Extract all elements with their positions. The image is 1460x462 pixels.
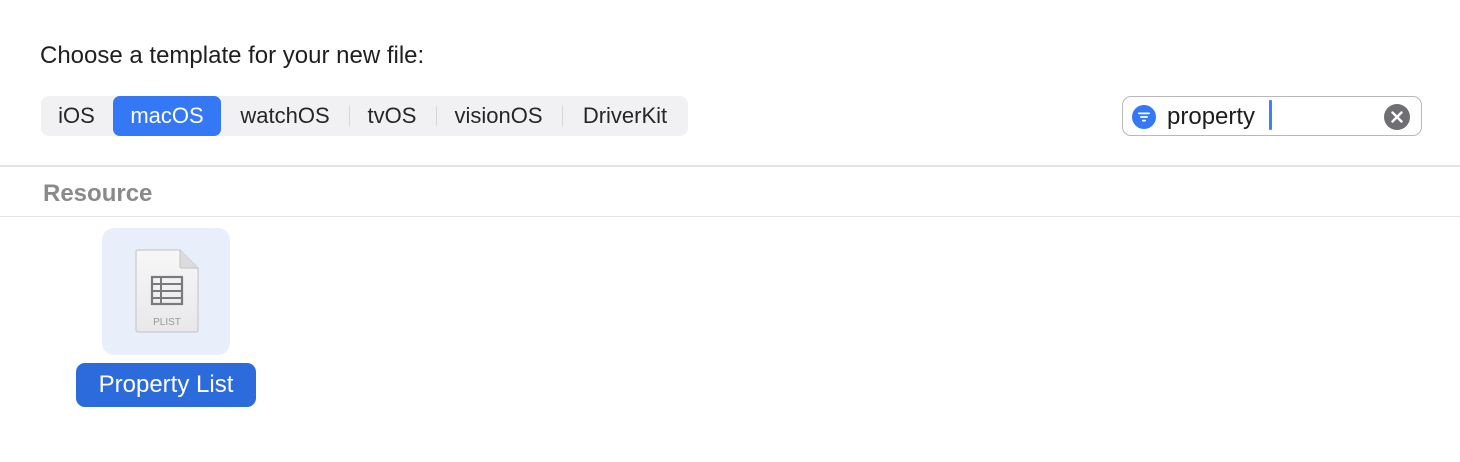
tab-separator [349,106,350,126]
tab-watchos[interactable]: watchOS [225,96,345,136]
tab-driverkit[interactable]: DriverKit [566,96,684,136]
template-label-property-list[interactable]: Property List [76,363,256,407]
tab-tvos[interactable]: tvOS [352,96,432,136]
search-field[interactable]: property [1122,96,1422,136]
dialog-prompt: Choose a template for your new file: [40,42,425,69]
template-tile-property-list[interactable]: PLIST [102,228,230,355]
tab-ios[interactable]: iOS [41,96,112,136]
section-divider [0,216,1460,217]
plist-icon-caption: PLIST [153,317,181,328]
tab-separator [562,106,563,126]
header-divider [0,165,1460,167]
search-input[interactable]: property [1167,103,1255,131]
tab-macos[interactable]: macOS [113,96,221,136]
clear-search-icon[interactable] [1384,104,1410,130]
tab-visionos[interactable]: visionOS [439,96,558,136]
tab-separator [436,106,437,126]
platform-segmented-control: iOS macOS watchOS tvOS visionOS DriverKi… [41,96,688,136]
text-cursor [1269,100,1272,130]
plist-document-icon: PLIST [135,249,199,333]
filter-icon[interactable] [1132,105,1156,129]
section-title-resource: Resource [43,180,153,207]
